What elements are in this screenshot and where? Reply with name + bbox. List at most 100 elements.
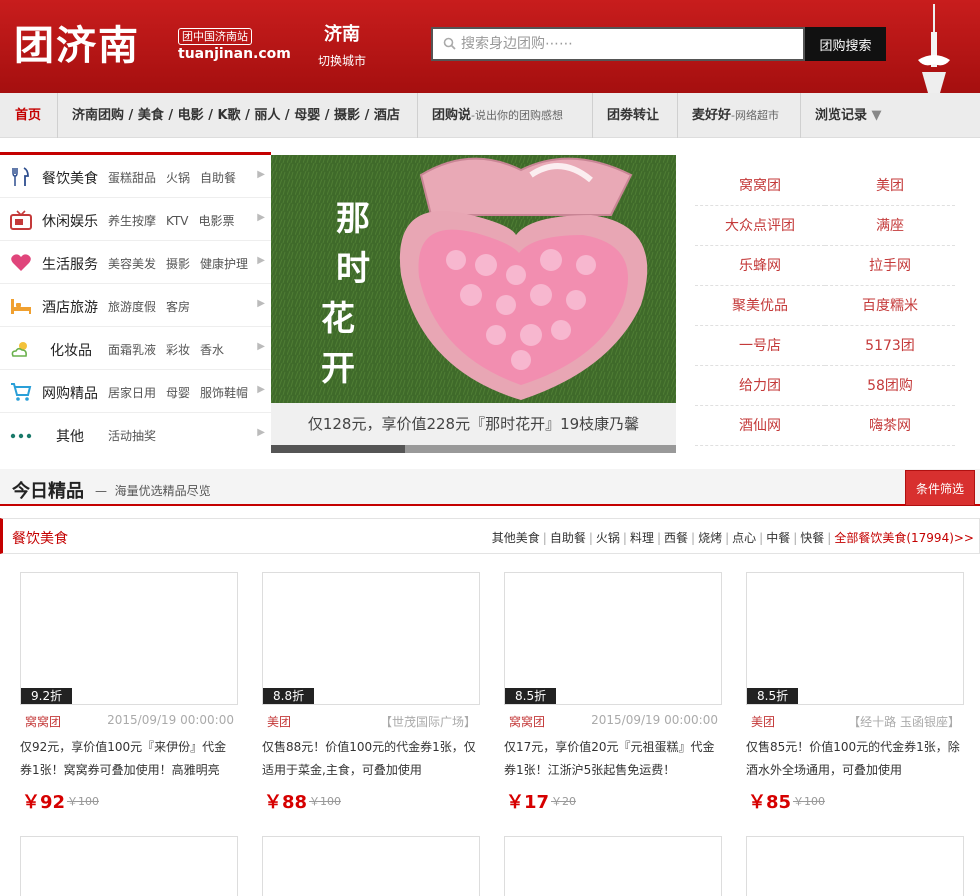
deal-price: ￥92 bbox=[22, 792, 66, 813]
banner-carousel[interactable]: 那 时 花 开 仅128元，享价值228元『那时花开』19枝康乃馨 bbox=[271, 155, 676, 453]
deal-image-placeholder[interactable] bbox=[262, 836, 480, 896]
category-row-food[interactable]: 餐饮美食 蛋糕甜品 火锅 自助餐 ▶ bbox=[0, 155, 271, 198]
category-row-other[interactable]: 其他 活动抽奖 ▶ bbox=[0, 413, 271, 456]
discount-badge: 8.5折 bbox=[747, 688, 799, 704]
deal-description[interactable]: 仅售88元！价值100元的代金券1张，仅适用于菜金,主食，可叠加使用 bbox=[262, 736, 480, 782]
section-link[interactable]: 火锅 bbox=[596, 531, 620, 545]
deal-description[interactable]: 仅售85元！价值100元的代金券1张，除酒水外全场通用，可叠加使用 bbox=[746, 736, 964, 782]
nav-ktv[interactable]: K歌 bbox=[217, 108, 240, 123]
category-row-online-shopping[interactable]: 网购精品 居家日用 母婴 服饰鞋帽 ▶ bbox=[0, 370, 271, 413]
category-row-life-service[interactable]: 生活服务 美容美发 摄影 健康护理 ▶ bbox=[0, 241, 271, 284]
heart-icon bbox=[11, 254, 31, 271]
banner-progress bbox=[271, 445, 676, 453]
nav-baby[interactable]: 母婴 bbox=[294, 108, 320, 123]
deal-meta: 2015/09/19 00:00:00 bbox=[591, 713, 718, 727]
section-link[interactable]: 自助餐 bbox=[550, 531, 586, 545]
bed-icon bbox=[11, 299, 31, 314]
today-title: 今日精品 bbox=[12, 481, 84, 502]
deal-site[interactable]: 美团 bbox=[751, 713, 775, 730]
nav-beauty[interactable]: 丽人 bbox=[254, 108, 280, 123]
site-link[interactable]: 满座 bbox=[825, 206, 955, 246]
site-link[interactable]: 窝窝团 bbox=[695, 166, 825, 206]
site-link[interactable]: 58团购 bbox=[825, 366, 955, 406]
nav-maihaohao[interactable]: 麦好好-网络超市 bbox=[692, 93, 779, 138]
category-row-cosmetics[interactable]: 化妆品 面霜乳液 彩妆 香水 ▶ bbox=[0, 327, 271, 370]
nav-tuan-say[interactable]: 团购说-说出你的团购感想 bbox=[432, 93, 563, 138]
site-link[interactable]: 酒仙网 bbox=[695, 406, 825, 446]
section-link[interactable]: 西餐 bbox=[664, 531, 688, 545]
deal-image[interactable] bbox=[746, 572, 964, 705]
nav-hotel[interactable]: 酒店 bbox=[374, 108, 400, 123]
deal-description[interactable]: 仅17元，享价值20元『元祖蛋糕』代金券1张！江浙沪5张起售免运费！ bbox=[504, 736, 722, 782]
city-selector[interactable]: 济南 切换城市 bbox=[318, 20, 366, 69]
deal-image[interactable] bbox=[262, 572, 480, 705]
separator: | bbox=[793, 531, 798, 545]
main-nav: 首页 济南团购 / 美食 / 电影 / K歌 / 丽人 / 母婴 / 摄影 / … bbox=[0, 93, 980, 138]
chevron-right-icon: ▶ bbox=[257, 427, 265, 438]
banner-art-text-4: 开 bbox=[321, 349, 355, 389]
deal-site[interactable]: 窝窝团 bbox=[25, 713, 61, 730]
logo-domain: tuanjinan.com bbox=[178, 46, 291, 62]
tower-landmark-icon bbox=[918, 4, 950, 93]
deal-image[interactable] bbox=[20, 572, 238, 705]
sun-cloud-icon bbox=[11, 342, 27, 357]
section-all-link[interactable]: 全部餐饮美食(17994)>> bbox=[834, 531, 974, 545]
deal-price: ￥85 bbox=[748, 792, 792, 813]
section-link[interactable]: 中餐 bbox=[766, 531, 790, 545]
deal-site[interactable]: 美团 bbox=[267, 713, 291, 730]
section-food-bar: 餐饮美食 其他美食 | 自助餐 | 火锅 | 料理 | 西餐 | 烧烤 | 点心 | 中餐 | 快餐 | 全部餐饮美… bbox=[0, 518, 980, 554]
site-link[interactable]: 乐蜂网 bbox=[695, 246, 825, 286]
banner-art-text-1: 那 bbox=[336, 199, 370, 239]
fork-knife-icon bbox=[12, 167, 29, 186]
site-link[interactable]: 拉手网 bbox=[825, 246, 955, 286]
site-link[interactable]: 聚美优品 bbox=[695, 286, 825, 326]
logo-tag: 团中国济南站 bbox=[178, 28, 252, 45]
section-links: 其他美食 | 自助餐 | 火锅 | 料理 | 西餐 | 烧烤 | 点心 | 中餐 | 快餐 | 全部餐饮美食(179… bbox=[492, 529, 974, 546]
section-link[interactable]: 其他美食 bbox=[492, 531, 540, 545]
deal-description[interactable]: 仅92元，享价值100元『来伊份』代金券1张！窝窝券可叠加使用！高雅明亮 bbox=[20, 736, 238, 782]
deal-image-placeholder[interactable] bbox=[746, 836, 964, 896]
nav-jinan-group[interactable]: 济南团购 bbox=[72, 108, 124, 123]
deal-meta: 2015/09/19 00:00:00 bbox=[107, 713, 234, 727]
section-title[interactable]: 餐饮美食 bbox=[12, 528, 68, 548]
deal-original-price: ￥100 bbox=[309, 795, 341, 808]
deal-image-placeholder[interactable] bbox=[504, 836, 722, 896]
nav-photo[interactable]: 摄影 bbox=[334, 108, 360, 123]
nav-browse-history[interactable]: 浏览记录 ▼ bbox=[815, 93, 882, 138]
deal-price: ￥88 bbox=[264, 792, 308, 813]
site-link[interactable]: 5173团 bbox=[825, 326, 955, 366]
search-input[interactable] bbox=[461, 29, 791, 59]
nav-food[interactable]: 美食 bbox=[138, 108, 164, 123]
section-link[interactable]: 料理 bbox=[630, 531, 654, 545]
site-link[interactable]: 给力团 bbox=[695, 366, 825, 406]
site-link[interactable]: 一号店 bbox=[695, 326, 825, 366]
logo-subtitle: 团中国济南站 tuanjinan.com bbox=[178, 28, 291, 62]
switch-city-link[interactable]: 切换城市 bbox=[318, 52, 366, 69]
category-row-hotel-travel[interactable]: 酒店旅游 旅游度假 客房 ▶ bbox=[0, 284, 271, 327]
site-link[interactable]: 美团 bbox=[825, 166, 955, 206]
section-link[interactable]: 快餐 bbox=[800, 531, 824, 545]
category-row-entertainment[interactable]: 休闲娱乐 养生按摩 KTV 电影票 ▶ bbox=[0, 198, 271, 241]
banner-art-text-3: 花 bbox=[321, 299, 355, 339]
deal-original-price: ￥100 bbox=[793, 795, 825, 808]
nav-coupon-transfer[interactable]: 团劵转让 bbox=[607, 93, 659, 138]
site-logo[interactable]: 团济南 bbox=[14, 22, 140, 70]
deal-image[interactable] bbox=[504, 572, 722, 705]
search-button[interactable]: 团购搜索 bbox=[805, 27, 886, 61]
section-link[interactable]: 点心 bbox=[732, 531, 756, 545]
nav-home[interactable]: 首页 bbox=[15, 93, 41, 138]
site-link[interactable]: 大众点评团 bbox=[695, 206, 825, 246]
site-header: 团济南 团中国济南站 tuanjinan.com 济南 切换城市 团购搜索 bbox=[0, 0, 980, 93]
separator: | bbox=[725, 531, 730, 545]
nav-movie[interactable]: 电影 bbox=[178, 108, 204, 123]
banner-caption[interactable]: 仅128元，享价值228元『那时花开』19枝康乃馨 bbox=[271, 403, 676, 445]
deal-image-placeholder[interactable] bbox=[20, 836, 238, 896]
discount-badge: 9.2折 bbox=[21, 688, 73, 704]
deal-site[interactable]: 窝窝团 bbox=[509, 713, 545, 730]
section-link[interactable]: 烧烤 bbox=[698, 531, 722, 545]
filter-button[interactable]: 条件筛选 bbox=[905, 470, 975, 506]
site-link[interactable]: 百度糯米 bbox=[825, 286, 955, 326]
chevron-right-icon: ▶ bbox=[257, 384, 265, 395]
site-link[interactable]: 嗨茶网 bbox=[825, 406, 955, 446]
separator: | bbox=[691, 531, 696, 545]
